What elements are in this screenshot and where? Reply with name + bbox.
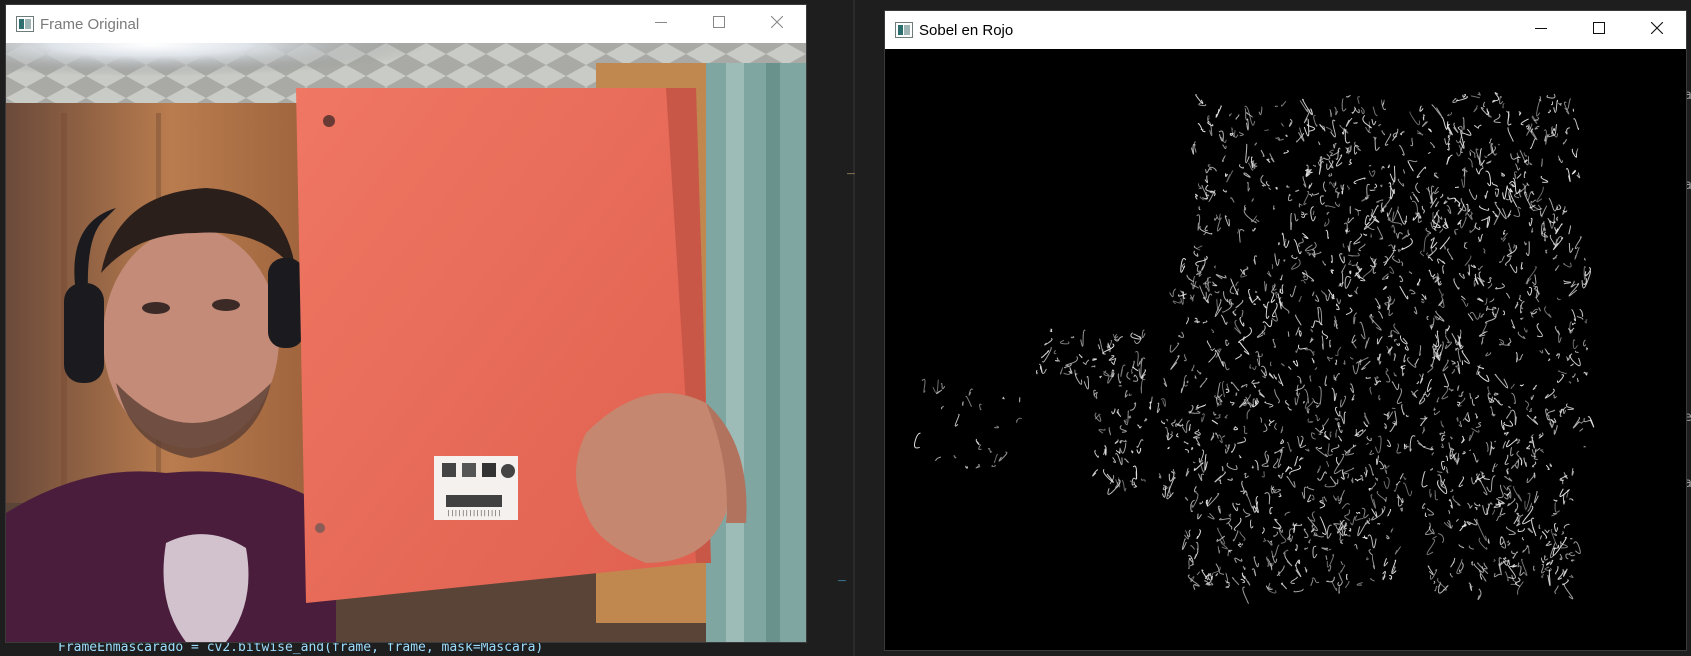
maximize-icon bbox=[713, 15, 725, 33]
editor-gutter-mark: _ bbox=[847, 160, 855, 175]
close-button[interactable] bbox=[748, 5, 806, 43]
editor-divider bbox=[853, 0, 855, 656]
close-icon bbox=[1650, 21, 1664, 39]
opencv-window-icon bbox=[16, 16, 34, 32]
maximize-button[interactable] bbox=[690, 5, 748, 43]
maximize-button[interactable] bbox=[1570, 11, 1628, 49]
opencv-window-icon bbox=[895, 22, 913, 38]
close-icon bbox=[770, 15, 784, 33]
code-line: FrameEnmascarado = cv2.bitwise_and(frame… bbox=[58, 640, 544, 655]
sobel-edge-image bbox=[885, 49, 1686, 650]
barcode-number: ||||||||||||||| bbox=[447, 510, 501, 517]
minimize-button[interactable] bbox=[1512, 11, 1570, 49]
close-button[interactable] bbox=[1628, 11, 1686, 49]
window-title: Frame Original bbox=[40, 15, 140, 33]
minimize-button[interactable] bbox=[632, 5, 690, 43]
webcam-frame: ||||||||||||||| bbox=[6, 43, 806, 642]
maximize-icon bbox=[1593, 21, 1605, 39]
editor-gutter-mark: _ bbox=[838, 567, 846, 582]
minimize-icon bbox=[655, 15, 667, 33]
sobel-window[interactable]: Sobel en Rojo bbox=[885, 11, 1686, 650]
frame-original-window[interactable]: Frame Original ||||||||||||||| bbox=[6, 5, 806, 642]
edge-texture bbox=[913, 91, 1595, 604]
window-title: Sobel en Rojo bbox=[919, 21, 1014, 39]
minimize-icon bbox=[1535, 21, 1547, 39]
window-titlebar[interactable]: Frame Original bbox=[6, 5, 806, 43]
window-titlebar[interactable]: Sobel en Rojo bbox=[885, 11, 1686, 49]
